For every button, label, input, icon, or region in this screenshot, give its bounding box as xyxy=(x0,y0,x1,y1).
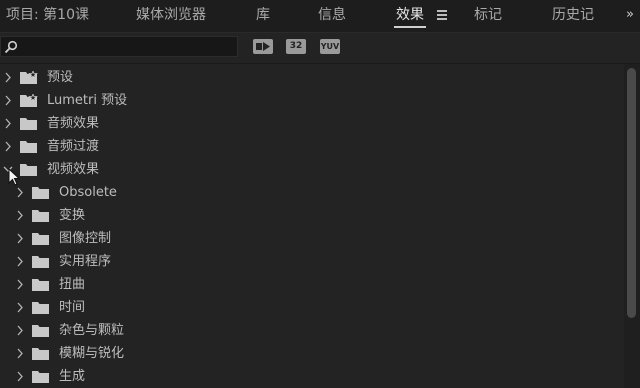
tree-item[interactable]: 音频过渡 xyxy=(0,135,620,158)
chevron-right-icon[interactable] xyxy=(15,227,25,250)
chevron-right-icon[interactable] xyxy=(15,365,25,388)
tab-media-browser[interactable]: 媒体浏览器 xyxy=(136,0,206,30)
tree-item-label: Obsolete xyxy=(59,185,117,200)
search-field[interactable] xyxy=(0,36,238,57)
vertical-scrollbar[interactable] xyxy=(624,64,640,388)
chevron-right-icon[interactable] xyxy=(15,250,25,273)
tree-item-label: 杂色与颗粒 xyxy=(59,323,125,338)
folder-icon xyxy=(32,279,49,291)
tree-item-label: 生成 xyxy=(59,369,86,384)
tree-item[interactable]: 扭曲 xyxy=(0,273,620,296)
chevron-right-icon[interactable] xyxy=(3,135,13,158)
tree-item[interactable]: 时间 xyxy=(0,296,620,319)
tree-item-label: Lumetri 预设 xyxy=(47,93,128,108)
32-bit-color-icon[interactable]: 32 xyxy=(286,39,306,54)
panel-tab-bar: 项目: 第10课 媒体浏览器 库 信息 效果 标记 历史记 » xyxy=(0,0,640,33)
folder-icon xyxy=(32,256,49,268)
folder-icon xyxy=(20,118,37,130)
effects-toolbar: 32 YUV xyxy=(0,33,640,64)
tree-item[interactable]: 杂色与颗粒 xyxy=(0,319,620,342)
tree-item[interactable]: 预设 xyxy=(0,66,620,89)
tree-item-label: 预设 xyxy=(47,70,74,85)
tab-effects-label: 效果 xyxy=(396,7,424,23)
folder-icon xyxy=(20,164,37,176)
folder-icon xyxy=(32,210,49,222)
accelerated-effects-icon[interactable] xyxy=(253,39,273,54)
panel-menu-icon[interactable] xyxy=(437,10,449,22)
tree-item-label: 视频效果 xyxy=(47,162,100,177)
tab-history[interactable]: 历史记 xyxy=(552,0,594,30)
tree-item-label: 变换 xyxy=(59,208,86,223)
tree-item-label: 音频过渡 xyxy=(47,139,100,154)
tree-item[interactable]: 视频效果 xyxy=(0,158,620,181)
preset-bin-icon xyxy=(20,94,38,107)
tree-item-label: 图像控制 xyxy=(59,231,112,246)
tree-item-label: 实用程序 xyxy=(59,254,112,269)
folder-icon xyxy=(32,187,49,199)
tab-project[interactable]: 项目: 第10课 xyxy=(6,0,89,30)
tab-markers[interactable]: 标记 xyxy=(474,0,502,30)
tab-overflow-icon[interactable]: » xyxy=(620,0,640,30)
chevron-right-icon[interactable] xyxy=(15,342,25,365)
tab-libraries[interactable]: 库 xyxy=(256,0,270,30)
tree-item-label: 扭曲 xyxy=(59,277,86,292)
chevron-right-icon[interactable] xyxy=(3,112,13,135)
active-tab-indicator xyxy=(394,26,426,28)
tree-item[interactable]: 实用程序 xyxy=(0,250,620,273)
tree-item[interactable]: 生成 xyxy=(0,365,620,388)
tree-item[interactable]: 音频效果 xyxy=(0,112,620,135)
chevron-right-icon[interactable] xyxy=(15,204,25,227)
tab-info[interactable]: 信息 xyxy=(318,0,346,30)
search-icon xyxy=(4,40,18,54)
tree-item[interactable]: Obsolete xyxy=(0,181,620,204)
folder-icon xyxy=(32,348,49,360)
folder-icon xyxy=(20,141,37,153)
folder-icon xyxy=(32,302,49,314)
tree-item[interactable]: 模糊与锐化 xyxy=(0,342,620,365)
tree-item-label: 模糊与锐化 xyxy=(59,346,125,361)
chevron-right-icon[interactable] xyxy=(3,66,13,89)
chevron-right-icon[interactable] xyxy=(15,273,25,296)
tree-item[interactable]: Lumetri 预设 xyxy=(0,89,620,112)
chevron-right-icon[interactable] xyxy=(15,319,25,342)
tree-item[interactable]: 图像控制 xyxy=(0,227,620,250)
folder-icon xyxy=(32,233,49,245)
yuv-effects-icon[interactable]: YUV xyxy=(320,39,340,54)
preset-bin-icon xyxy=(20,71,38,84)
effects-tree: 预设 Lumetri 预设 音频效果音频过渡视频效果 Obsolete 变换图像控制实用… xyxy=(0,64,624,388)
folder-icon xyxy=(32,325,49,337)
mouse-cursor-icon xyxy=(8,168,21,186)
scrollbar-thumb[interactable] xyxy=(627,68,636,318)
chevron-right-icon[interactable] xyxy=(15,296,25,319)
tree-item-label: 时间 xyxy=(59,300,86,315)
tab-effects[interactable]: 效果 xyxy=(394,0,426,30)
tree-item[interactable]: 变换 xyxy=(0,204,620,227)
tree-item-label: 音频效果 xyxy=(47,116,100,131)
chevron-right-icon[interactable] xyxy=(3,89,13,112)
search-input[interactable] xyxy=(23,37,233,56)
folder-icon xyxy=(32,371,49,383)
